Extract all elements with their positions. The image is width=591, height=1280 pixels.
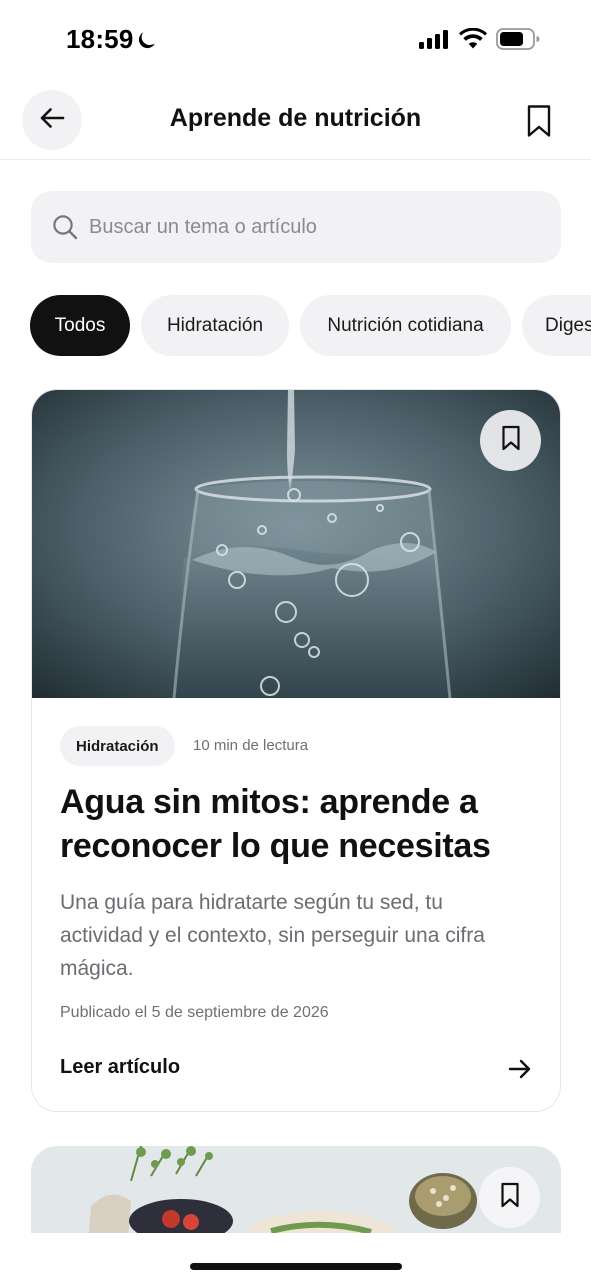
search-icon [52,214,78,245]
read-article-link[interactable]: Leer artículo [60,1056,180,1079]
bookmark-icon [499,1182,521,1213]
bottom-bar [0,1233,591,1280]
article-card[interactable]: Hidratación 10 min de lectura Agua sin m… [31,389,561,1112]
search-input[interactable] [89,191,539,263]
search-bar [31,191,561,263]
article-2-bookmark-button[interactable] [479,1167,540,1228]
chip-todos[interactable]: Todos [30,295,130,356]
article-description: Una guía para hidratarte según tu sed, t… [60,891,485,980]
article-tag: Hidratación [60,726,175,766]
header: Aprende de nutrición [0,80,591,160]
cellular-signal-icon [419,30,449,54]
app-screen: 18:59 Aprende de nutrición Buscar un tem… [0,0,591,1280]
status-bar: 18:59 [0,0,591,80]
moon-icon [136,29,158,51]
article-image [32,390,560,698]
chip-nutricion-cotidiana[interactable]: Nutrición cotidiana [300,295,511,356]
article-title[interactable]: Agua sin mitos: aprende a reconocer lo q… [60,780,540,868]
category-chips: Todos Hidratación Nutrición cotidiana Di… [0,295,591,357]
chip-hidratacion[interactable]: Hidratación [141,295,289,356]
wifi-icon [459,27,487,54]
article-bookmark-button[interactable] [480,410,541,471]
arrow-right-icon[interactable] [508,1058,532,1085]
page-title: Aprende de nutrición [169,104,422,132]
status-time: 18:59 [66,24,134,54]
publish-date: Publicado el 5 de septiembre de 2026 [60,1004,329,1021]
read-time: 10 min de lectura [193,737,309,754]
bookmark-icon [500,425,522,456]
battery-icon [496,28,540,55]
bookmark-icon[interactable] [524,104,554,138]
home-indicator[interactable] [190,1263,402,1270]
chip-digestion[interactable]: Diges [522,295,591,356]
